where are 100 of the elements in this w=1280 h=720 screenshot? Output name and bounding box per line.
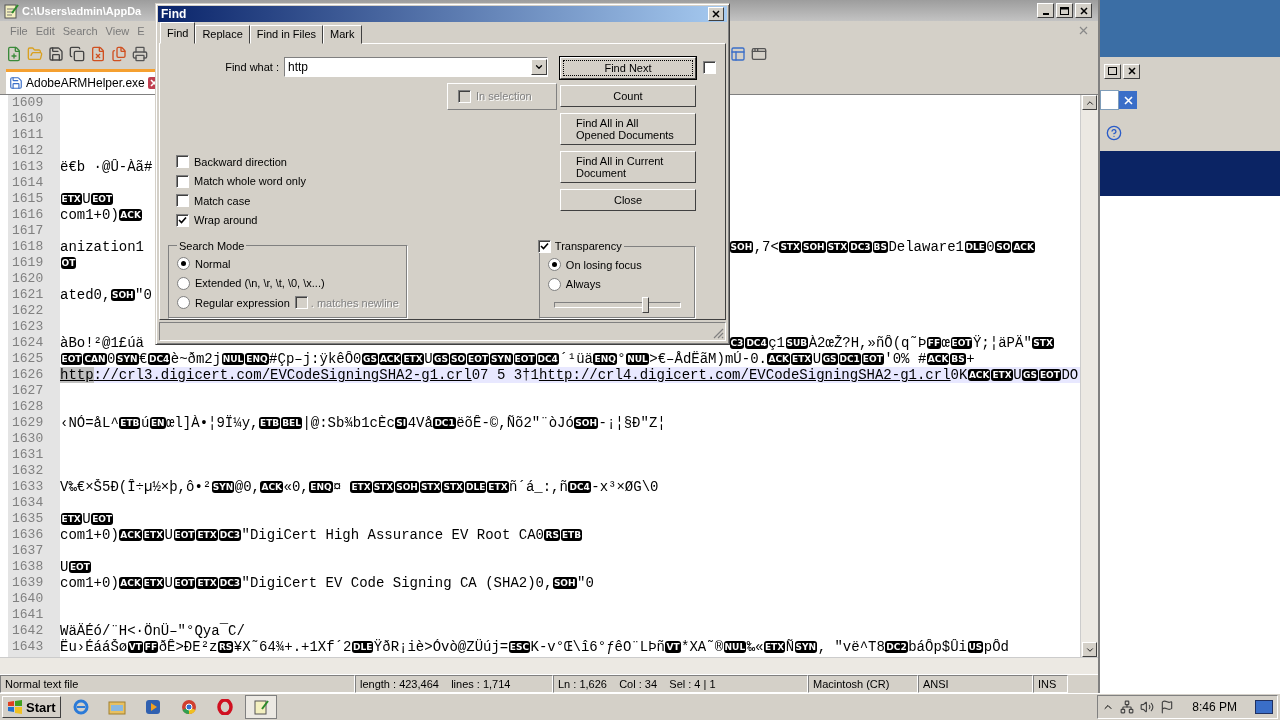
control-char: ETX — [350, 481, 372, 493]
control-char: EOT — [173, 577, 196, 589]
control-char: STX — [1032, 337, 1054, 349]
line-number: 1619 — [11, 255, 45, 271]
code-text: ° — [617, 351, 626, 367]
code-text: U — [164, 575, 173, 591]
line-number: 1611 — [11, 127, 45, 143]
control-char: ETX — [487, 481, 509, 493]
line-number: 1629 — [11, 415, 45, 431]
control-char: OT — [60, 257, 77, 269]
line-number: 1625 — [11, 351, 45, 367]
control-char: ETX — [791, 353, 813, 365]
control-char: DC4 — [147, 353, 171, 365]
code-text: À2œŽ?H,»ñÔ(q˜Þ — [808, 335, 927, 351]
line-number: 1622 — [11, 303, 45, 319]
control-char: ETX — [142, 529, 165, 541]
control-char: DC2 — [885, 641, 908, 653]
control-char: STX — [372, 481, 395, 493]
control-char: ETX — [991, 369, 1013, 381]
dialog-button[interactable]: Find All in All Opened Documents — [560, 112, 696, 145]
control-char: DC4 — [745, 337, 768, 349]
code-text: U — [82, 191, 91, 207]
find-what-combobox[interactable]: http — [284, 56, 548, 77]
checkbox-label: In selection — [476, 90, 532, 103]
control-char: DC3 — [218, 529, 242, 541]
dialog-tab[interactable]: Find in Files — [249, 24, 324, 44]
control-char: ACK — [260, 481, 284, 493]
line-number: 1621 — [11, 287, 45, 303]
status-field: INS — [1033, 675, 1068, 694]
start-button[interactable]: Start — [2, 696, 61, 718]
control-char: DC4 — [568, 481, 591, 493]
control-char: EOT — [60, 353, 83, 365]
status-field: Macintosh (CR) — [808, 675, 918, 694]
code-text: Delaware1 — [888, 239, 964, 255]
clock: 8:46 PM — [1191, 700, 1238, 714]
url-link[interactable]: ://crl3.digicert.com/EVCodeSigningSHA2-g1.crl — [93, 367, 472, 383]
code-text: com1+0) — [60, 207, 119, 223]
radio-label: Normal — [195, 257, 231, 270]
code-text: œl]À•¦9Ï¼y, — [166, 415, 259, 431]
dialog-button[interactable]: Find All in Current Document — [560, 150, 696, 183]
control-char: ENQ — [245, 353, 269, 365]
control-char: GS — [433, 353, 449, 365]
group-title: Search Mode — [178, 239, 246, 252]
dialog-tab[interactable]: Replace — [195, 24, 250, 44]
control-char: CAN — [83, 353, 107, 365]
line-number: 1631 — [11, 447, 45, 463]
control-char: ETB — [560, 529, 583, 541]
dialog-button[interactable]: Close — [560, 188, 696, 211]
control-char: ETX — [60, 513, 82, 525]
code-text: 07 5 3†1 — [471, 367, 539, 383]
url-link[interactable]: http://crl4.digicert.com/EVCodeSigningSHA2-g1.crl — [538, 367, 951, 383]
dialog-button[interactable]: Count — [560, 84, 696, 107]
control-char: DC3 — [849, 241, 872, 253]
code-text: ated0, — [60, 287, 111, 303]
control-char: ACK — [119, 209, 142, 221]
control-char: BEL — [281, 417, 302, 429]
control-char: VT — [665, 641, 681, 653]
code-text: ¤ — [333, 479, 343, 495]
line-number: 1623 — [11, 319, 45, 335]
radio-label: Extended (\n, \r, \t, \0, \x...) — [195, 277, 325, 290]
code-text: >€–ÅdËãM)mÚ-0. — [649, 351, 767, 367]
control-char: ACK — [378, 353, 402, 365]
control-char: GS — [362, 353, 378, 365]
code-text: «0, — [283, 479, 309, 495]
code-text: K-v°Œ\î6°ƒêO¨LÞñ — [530, 639, 665, 655]
control-char: C3 — [729, 337, 745, 349]
dialog-button[interactable]: Find Next — [560, 56, 696, 79]
line-number: 1639 — [11, 575, 45, 591]
checkbox-label: Backward direction — [194, 155, 287, 168]
line-number: 1617 — [11, 223, 45, 239]
control-char: ETX — [196, 577, 218, 589]
control-char: SOH — [552, 577, 577, 589]
code-text: ‰« — [746, 639, 764, 655]
checkbox-label: Match case — [194, 194, 251, 207]
code-text: 0 — [107, 351, 116, 367]
control-char: STX — [419, 481, 442, 493]
code-text: V‰€×Š5Ð(Î÷µ½×þ,ô•² — [60, 479, 212, 495]
code-text: -x³×ØG\0 — [591, 479, 659, 495]
control-char: ETX — [142, 577, 165, 589]
code-text: Ëu›ÉááŠø — [60, 639, 128, 655]
control-char: ACK — [119, 577, 142, 589]
dialog-tab[interactable]: Mark — [323, 24, 362, 44]
line-number: 1632 — [11, 463, 45, 479]
line-number: 1628 — [11, 399, 45, 415]
line-number: 1618 — [11, 239, 45, 255]
control-char: SYN — [211, 481, 235, 493]
checkbox-label: Match whole word only — [194, 175, 306, 188]
control-char: RS — [544, 529, 560, 541]
code-text: ç1 — [768, 335, 786, 351]
control-char: VT — [127, 641, 143, 653]
code-text: ëõÊ-©,Ñõ2″¨òJó — [456, 415, 574, 431]
control-char: SO — [995, 241, 1012, 253]
code-text: ´¹üä — [559, 351, 593, 367]
code-text: ðÊ>ÐE²z — [158, 639, 218, 655]
control-char: NUL — [221, 353, 245, 365]
control-char: ETB — [119, 417, 141, 429]
control-char: DC4 — [536, 353, 559, 365]
dialog-tab[interactable]: Find — [160, 21, 196, 44]
control-char: US — [967, 641, 984, 653]
control-char: DLE — [465, 481, 487, 493]
